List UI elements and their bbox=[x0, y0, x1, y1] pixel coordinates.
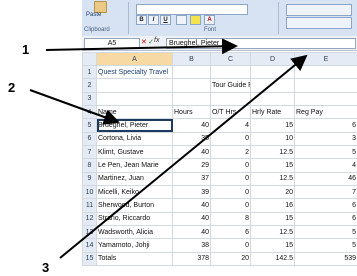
callout-label-1: 1 bbox=[22, 42, 30, 57]
callout-arrow-1 bbox=[45, 38, 238, 55]
callout-arrows bbox=[29, 38, 308, 259]
callout-label-3: 3 bbox=[42, 260, 50, 275]
callout-arrow-2 bbox=[29, 89, 120, 125]
callout-label-2: 2 bbox=[8, 80, 16, 95]
callout-arrow-3 bbox=[59, 54, 308, 259]
